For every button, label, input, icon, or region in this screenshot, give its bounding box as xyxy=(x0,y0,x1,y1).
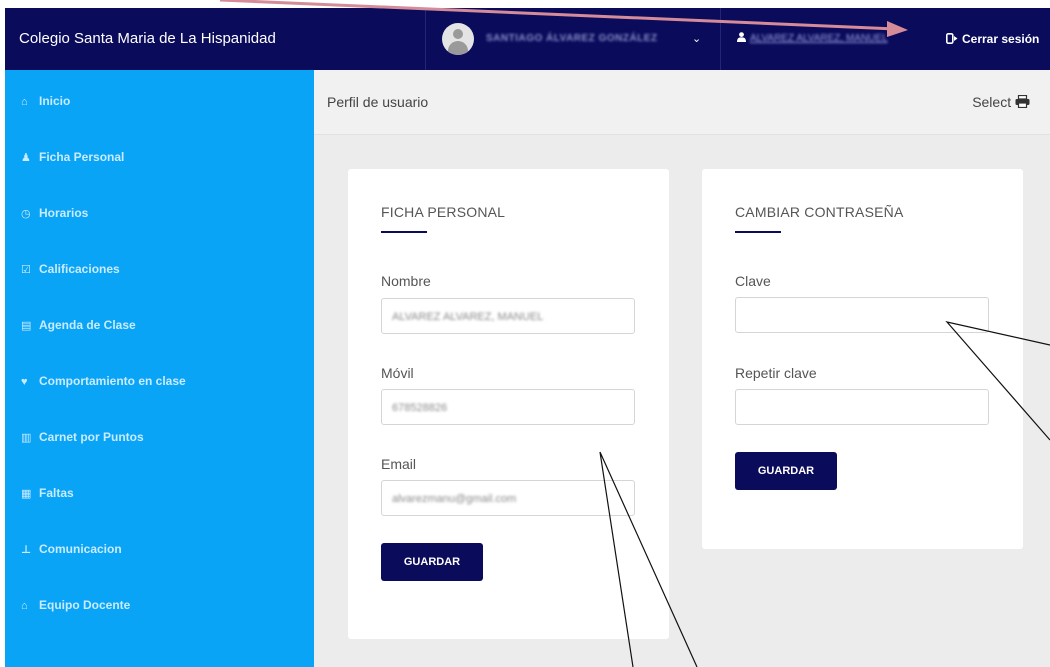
email-label: Email xyxy=(381,456,417,472)
sign-out-icon xyxy=(946,33,958,44)
app-title[interactable]: Colegio Santa Maria de La Hispanidad xyxy=(19,8,276,70)
main-content: Perfil de usuario Select FICHA PERSONAL … xyxy=(314,70,1050,667)
change-password-card: CAMBIAR CONTRASEÑA Clave Repetir clave G… xyxy=(702,169,1023,549)
user-icon xyxy=(737,32,746,42)
sidebar-item-label: Comportamiento en clase xyxy=(39,374,186,388)
page-title: Perfil de usuario xyxy=(327,94,429,110)
sidebar-item-label: Carnet por Puntos xyxy=(39,430,144,444)
repetir-clave-field[interactable] xyxy=(735,389,989,425)
card-title: CAMBIAR CONTRASEÑA xyxy=(735,204,904,220)
nombre-value: ALVAREZ ALVAREZ, MANUEL xyxy=(392,311,544,323)
sidebar-item-comunicacion[interactable]: ⊥ Comunicacion xyxy=(21,539,122,559)
print-icon xyxy=(1015,94,1030,109)
sidebar-item-label: Inicio xyxy=(39,94,71,108)
save-password-button[interactable]: GUARDAR xyxy=(735,452,837,490)
sidebar-item-label: Comunicacion xyxy=(39,542,122,556)
logout-button[interactable]: Cerrar sesión xyxy=(946,8,1039,70)
save-ficha-button[interactable]: GUARDAR xyxy=(381,543,483,581)
ficha-personal-card: FICHA PERSONAL Nombre ALVAREZ ALVAREZ, M… xyxy=(348,169,669,639)
title-underline xyxy=(381,231,427,233)
profile-name[interactable]: ALVAREZ ALVAREZ, MANUEL xyxy=(750,33,888,44)
title-underline xyxy=(735,231,781,233)
sidebar-item-label: Horarios xyxy=(39,206,89,220)
calendar-icon: ▦ xyxy=(21,488,32,500)
home-icon: ⌂ xyxy=(21,96,28,108)
movil-field[interactable]: 678528826 xyxy=(381,389,635,425)
sidebar-item-inicio[interactable]: ⌂ Inicio xyxy=(21,91,70,111)
pin-icon: ⊥ xyxy=(21,544,32,556)
sidebar-item-horarios[interactable]: ◷ Horarios xyxy=(21,203,88,223)
movil-value: 678528826 xyxy=(392,402,448,414)
sidebar-item-label: Agenda de Clase xyxy=(39,318,136,332)
print-label: Select xyxy=(972,94,1012,110)
movil-label: Móvil xyxy=(381,365,414,381)
nombre-label: Nombre xyxy=(381,273,431,289)
user-menu[interactable]: SANTIAGO ÁLVAREZ GONZÁLEZ ⌄ xyxy=(425,8,721,70)
clave-field[interactable] xyxy=(735,297,989,333)
user-icon: ♟ xyxy=(21,152,31,164)
nombre-field[interactable]: ALVAREZ ALVAREZ, MANUEL xyxy=(381,298,635,334)
sidebar-item-carnet-por-puntos[interactable]: ▥ Carnet por Puntos xyxy=(21,427,144,447)
clave-label: Clave xyxy=(735,273,771,289)
top-navbar: Colegio Santa Maria de La Hispanidad SAN… xyxy=(5,8,1050,70)
avatar[interactable] xyxy=(442,23,474,55)
sidebar-item-comportamiento[interactable]: ♥ Comportamiento en clase xyxy=(21,371,186,391)
print-button[interactable]: Select xyxy=(972,70,1030,134)
sidebar-item-agenda-de-clase[interactable]: ▤ Agenda de Clase xyxy=(21,315,136,335)
sidebar-item-label: Ficha Personal xyxy=(39,150,125,164)
sidebar-item-label: Faltas xyxy=(39,486,74,500)
sidebar-item-calificaciones[interactable]: ☑ Calificaciones xyxy=(21,259,120,279)
page-header: Perfil de usuario Select xyxy=(314,70,1050,135)
profile-link[interactable]: ALVAREZ ALVAREZ, MANUEL xyxy=(737,8,888,70)
sidebar-item-label: Equipo Docente xyxy=(39,598,131,612)
card-title: FICHA PERSONAL xyxy=(381,204,506,220)
sidebar: ⌂ Inicio ♟ Ficha Personal ◷ Horarios ☑ Calif… xyxy=(5,70,314,667)
heart-icon: ♥ xyxy=(21,376,28,388)
repetir-clave-label: Repetir clave xyxy=(735,365,817,381)
sidebar-item-equipo-docente[interactable]: ⌂ Equipo Docente xyxy=(21,595,130,615)
check-square-icon: ☑ xyxy=(21,264,31,276)
briefcase-icon: ▤ xyxy=(21,320,32,332)
sidebar-item-ficha-personal[interactable]: ♟ Ficha Personal xyxy=(21,147,124,167)
sidebar-item-faltas[interactable]: ▦ Faltas xyxy=(21,483,74,503)
logout-label: Cerrar sesión xyxy=(962,32,1040,46)
user-name[interactable]: SANTIAGO ÁLVAREZ GONZÁLEZ xyxy=(486,8,658,70)
graduation-cap-icon: ⌂ xyxy=(21,600,28,612)
email-value: alvarezmanu@gmail.com xyxy=(392,493,517,505)
sidebar-item-label: Calificaciones xyxy=(39,262,120,276)
chevron-down-icon[interactable]: ⌄ xyxy=(692,8,701,70)
email-field[interactable]: alvarezmanu@gmail.com xyxy=(381,480,635,516)
bar-chart-icon: ▥ xyxy=(21,432,32,444)
clock-icon: ◷ xyxy=(21,208,31,220)
